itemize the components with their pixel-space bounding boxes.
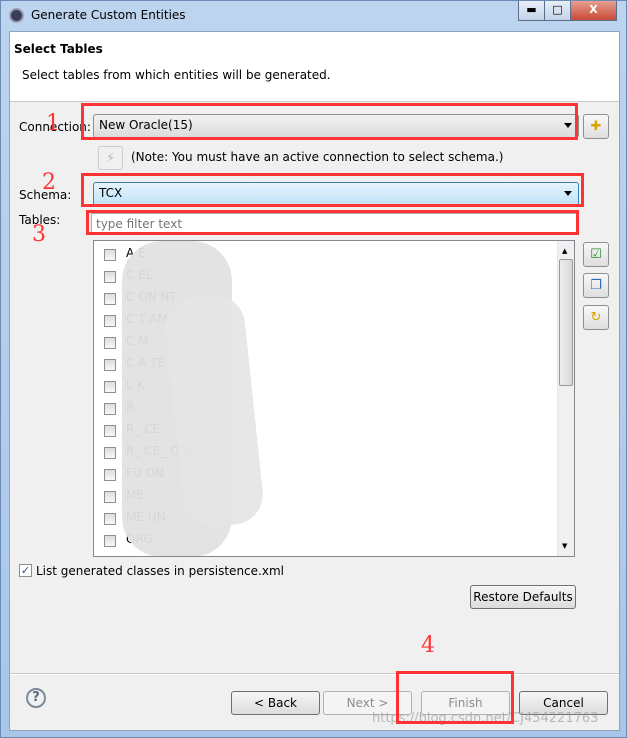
annotation-number-4: 4: [421, 633, 435, 658]
table-checkbox[interactable]: [104, 293, 116, 305]
annotation-number-2: 2: [42, 170, 56, 195]
connection-plug-icon: ✚: [590, 119, 602, 134]
table-checkbox[interactable]: [104, 513, 116, 525]
table-checkbox[interactable]: [104, 381, 116, 393]
refresh-icon: ↻: [590, 310, 602, 325]
restore-defaults-button[interactable]: Restore Defaults: [470, 585, 576, 609]
table-checkbox[interactable]: [104, 403, 116, 415]
tables-list: A EC ELC ON NTC T AMEC MC A TEL KRR_ CER…: [93, 240, 575, 557]
table-checkbox[interactable]: [104, 315, 116, 327]
annotation-box-1: [81, 103, 578, 140]
refresh-button[interactable]: ↻: [583, 305, 609, 330]
window-title: Generate Custom Entities: [31, 8, 186, 22]
select-all-button[interactable]: ☑: [583, 242, 609, 267]
annotation-box-2: [81, 173, 584, 207]
page-description: Select tables from which entities will b…: [22, 68, 331, 82]
table-checkbox[interactable]: [104, 535, 116, 547]
scrollbar-thumb[interactable]: [559, 259, 573, 386]
select-all-icon: ☑: [590, 247, 602, 262]
schema-note: (Note: You must have an active connectio…: [131, 150, 504, 164]
list-generated-checkbox[interactable]: ✓: [19, 564, 32, 577]
table-checkbox[interactable]: [104, 249, 116, 261]
vertical-scrollbar[interactable]: ▲ ▼: [557, 241, 574, 556]
plug-icon: ⚡: [105, 151, 116, 166]
scroll-down-icon: ▼: [562, 542, 568, 550]
table-checkbox[interactable]: [104, 447, 116, 459]
table-checkbox[interactable]: [104, 491, 116, 503]
help-icon[interactable]: ?: [26, 688, 46, 708]
annotation-number-1: 1: [46, 111, 60, 136]
scroll-up-icon: ▲: [562, 247, 568, 255]
annotation-box-3: [86, 210, 579, 235]
deselect-all-button[interactable]: ❐: [583, 273, 609, 298]
table-checkbox[interactable]: [104, 359, 116, 371]
page-title: Select Tables: [14, 42, 103, 56]
add-connection-button[interactable]: ✚: [583, 114, 609, 139]
deselect-all-icon: ❐: [590, 278, 602, 293]
table-checkbox[interactable]: [104, 337, 116, 349]
table-checkbox[interactable]: [104, 469, 116, 481]
back-button[interactable]: < Back: [231, 691, 320, 715]
maximize-button[interactable]: □: [544, 1, 571, 21]
annotation-box-4: [396, 671, 514, 724]
eclipse-app-icon: [9, 8, 24, 23]
table-checkbox[interactable]: [104, 271, 116, 283]
reconnect-button[interactable]: ⚡: [98, 146, 123, 170]
minimize-button[interactable]: ▬: [518, 1, 545, 21]
list-generated-label: List generated classes in persistence.xm…: [36, 564, 284, 578]
table-checkbox[interactable]: [104, 425, 116, 437]
footer-separator: [10, 673, 619, 675]
title-bar: Generate Custom Entities ▬ □ X: [1, 1, 627, 31]
close-button[interactable]: X: [570, 1, 617, 21]
wizard-header: Select Tables Select tables from which e…: [10, 32, 619, 102]
annotation-number-3: 3: [32, 222, 46, 247]
